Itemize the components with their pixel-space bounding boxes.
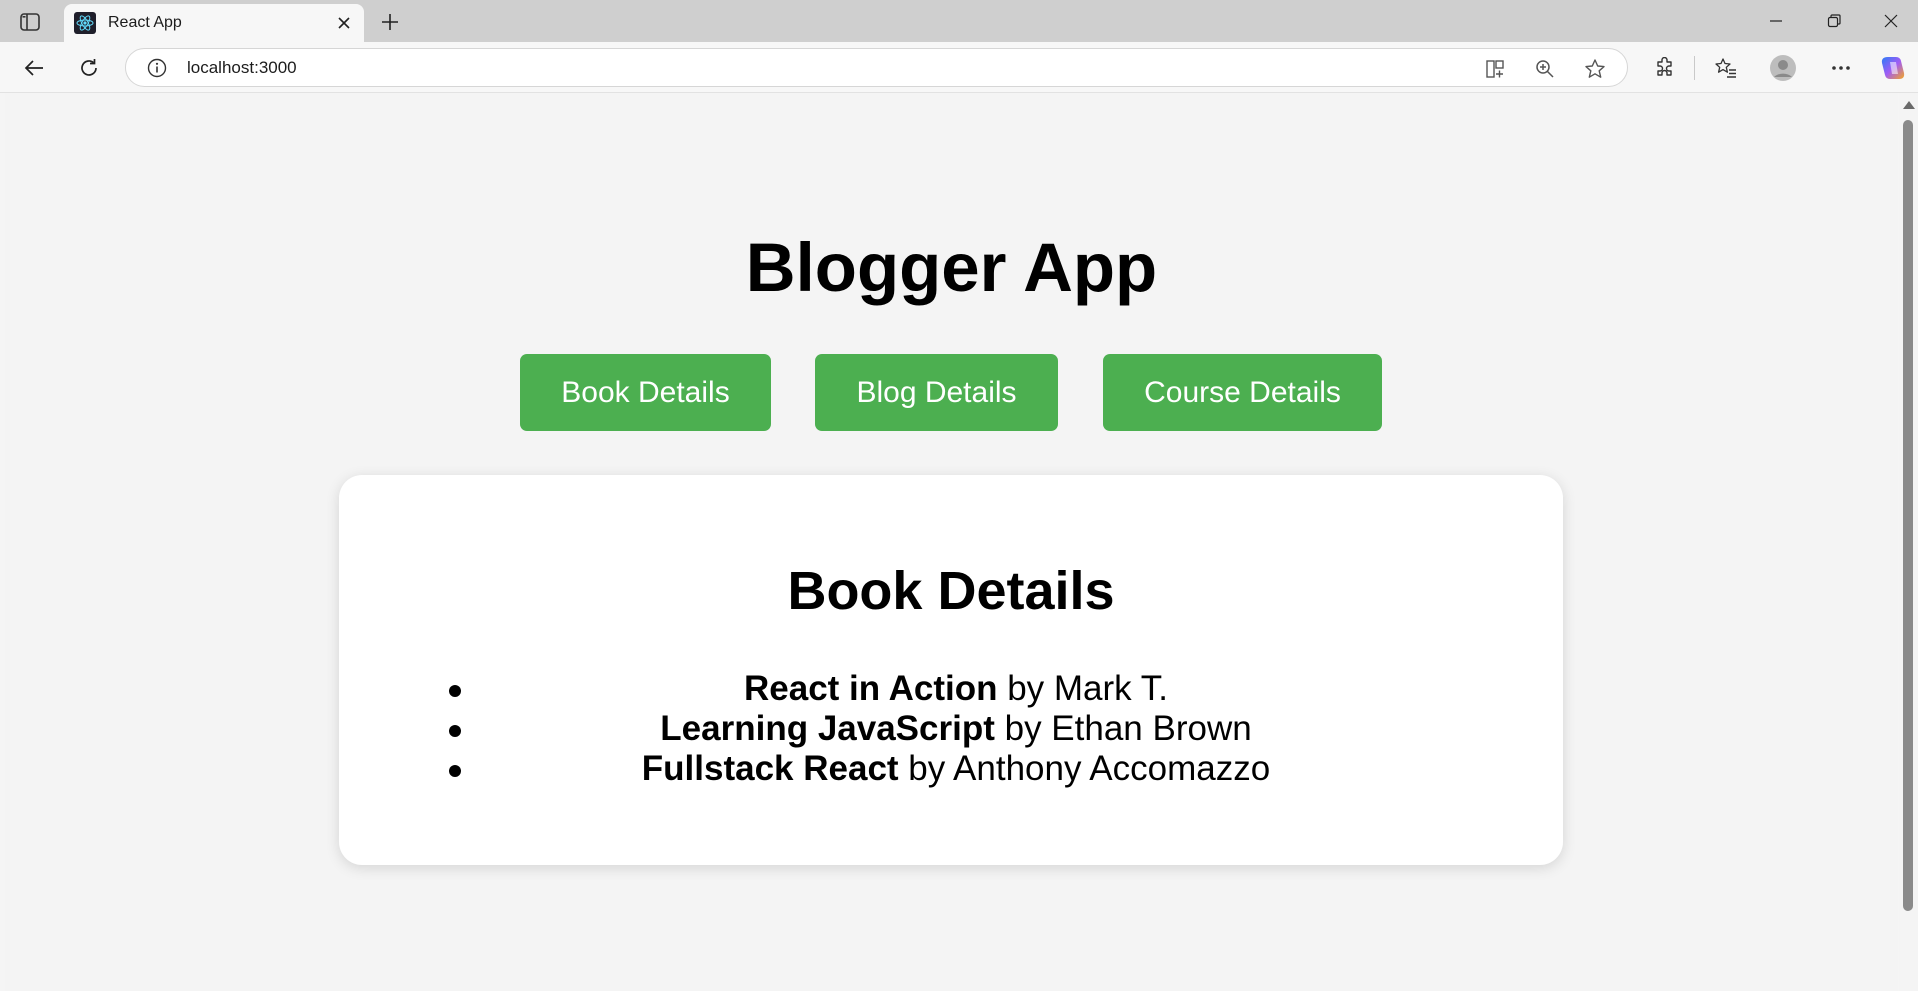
back-arrow-icon[interactable] <box>17 51 51 85</box>
minimize-icon[interactable] <box>1753 6 1799 36</box>
tab-active[interactable]: React App <box>64 4 364 42</box>
bullet <box>449 765 461 777</box>
blog-details-button[interactable]: Blog Details <box>815 354 1058 431</box>
refresh-icon[interactable] <box>72 51 106 85</box>
address-bar[interactable]: localhost:3000 <box>125 48 1628 87</box>
scroll-up-icon[interactable] <box>1903 101 1915 109</box>
info-icon[interactable] <box>146 57 168 79</box>
profile-icon[interactable] <box>1766 51 1800 85</box>
page-scrollbar[interactable] <box>1899 93 1918 991</box>
list-item: Fullstack React by Anthony Accomazzo <box>449 749 1463 789</box>
favorites-icon[interactable] <box>1709 51 1743 85</box>
extensions-icon[interactable] <box>1648 51 1682 85</box>
book-author: by Anthony Accomazzo <box>898 749 1271 788</box>
bullet <box>449 685 461 697</box>
book-author: by Ethan Brown <box>994 709 1252 748</box>
page-title: Blogger App <box>745 229 1158 306</box>
tab-title: React App <box>108 14 182 31</box>
copilot-icon[interactable] <box>1876 51 1910 85</box>
course-details-button[interactable]: Course Details <box>1103 354 1382 431</box>
more-icon[interactable] <box>1824 51 1858 85</box>
book-title: Fullstack React <box>641 749 899 788</box>
browser-toolbar: localhost:3000 <box>0 42 1918 93</box>
zoom-icon[interactable] <box>1532 56 1558 82</box>
bullet <box>449 725 461 737</box>
book-title: Learning JavaScript <box>660 709 995 748</box>
restore-icon[interactable] <box>1811 6 1857 36</box>
window-close-icon[interactable] <box>1868 6 1914 36</box>
list-item: React in Action by Mark T. <box>449 669 1463 709</box>
tab-bar: React App <box>0 0 1918 42</box>
url-text[interactable]: localhost:3000 <box>187 58 297 78</box>
card-heading: Book Details <box>787 561 1115 621</box>
sidebar-toggle-icon[interactable] <box>14 9 46 35</box>
close-icon[interactable] <box>332 11 356 35</box>
book-details-button[interactable]: Book Details <box>520 354 771 431</box>
list-item: Learning JavaScript by Ethan Brown <box>449 709 1463 749</box>
toolbar-separator <box>1694 56 1695 80</box>
page-viewport: Blogger App Book Details Blog Details Co… <box>5 93 1898 991</box>
split-screen-icon[interactable] <box>1482 56 1508 82</box>
book-author: by Mark T. <box>997 669 1168 708</box>
book-details-card: Book Details React in Action by Mark T. … <box>339 475 1563 865</box>
book-title: React in Action <box>744 669 998 708</box>
book-list: React in Action by Mark T. Learning Java… <box>449 669 1463 789</box>
plus-icon[interactable] <box>376 8 404 36</box>
star-icon[interactable] <box>1582 56 1608 82</box>
react-favicon-icon <box>74 12 96 34</box>
scroll-thumb[interactable] <box>1903 120 1913 911</box>
